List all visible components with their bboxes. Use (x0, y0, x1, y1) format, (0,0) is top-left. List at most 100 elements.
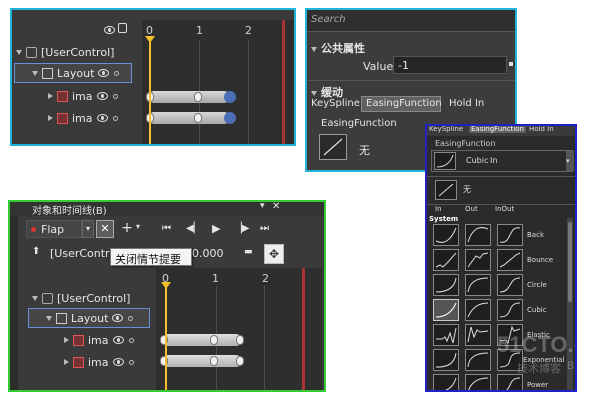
back-in-icon[interactable] (433, 224, 459, 246)
elastic-in-icon[interactable] (433, 324, 459, 346)
eye-icon[interactable] (112, 314, 124, 322)
tree-row-layout[interactable]: Layout (46, 308, 134, 328)
lock-dot-icon[interactable] (112, 115, 118, 121)
lock-dot-icon[interactable] (112, 93, 118, 99)
power-inout-icon[interactable] (497, 374, 523, 390)
eye-icon[interactable] (100, 24, 115, 37)
tooltip-text: 关闭情节提要 (115, 253, 181, 266)
search-input[interactable]: Search (311, 14, 346, 25)
tree-row-image-1[interactable]: ima (64, 330, 134, 350)
eye-icon[interactable] (98, 69, 110, 77)
time-display[interactable]: 0.000 (192, 247, 224, 260)
eye-icon[interactable] (96, 92, 108, 100)
play-icon[interactable]: ▶ (212, 222, 220, 235)
collapse-arrow-icon[interactable] (32, 70, 38, 76)
keyframe-bar[interactable] (146, 91, 236, 103)
lock-dot-icon[interactable] (128, 315, 134, 321)
previous-frame-icon[interactable]: ◀▏ (186, 223, 201, 234)
tree-row-image-2[interactable]: ima (48, 108, 118, 128)
value-marker-icon[interactable] (509, 62, 513, 66)
expand-arrow-icon[interactable] (48, 93, 53, 99)
storyboard-options-icon[interactable]: ▾ (136, 222, 140, 231)
expand-arrow-icon[interactable] (64, 359, 69, 365)
dd-current-selection[interactable]: Cubic In ▾ (431, 150, 574, 172)
dd-tab-hold-in[interactable]: Hold In (529, 126, 554, 133)
expand-arrow-icon[interactable] (64, 337, 69, 343)
keyframe-marker[interactable] (194, 113, 202, 123)
easing-preview-icon[interactable] (319, 134, 347, 160)
storyboard-dropdown-icon[interactable]: ▾ (82, 220, 94, 238)
tab-easing-function[interactable]: EasingFunction (361, 96, 442, 112)
circle-out-icon[interactable] (465, 274, 491, 296)
keyframe-bar[interactable] (160, 355, 244, 367)
lock-dot-icon[interactable] (128, 359, 134, 365)
section-common[interactable]: 公共属性 (311, 40, 365, 56)
dd-tab-easing-function[interactable]: EasingFunction (469, 126, 526, 133)
collapse-arrow-icon[interactable] (32, 295, 38, 301)
easing-tabs: KeySpline EasingFunction Hold In (309, 96, 513, 114)
zoom-fit-button[interactable]: ✥ (264, 244, 284, 264)
elastic-out-icon[interactable] (465, 324, 491, 346)
section-common-label: 公共属性 (321, 42, 365, 55)
keyframe-marker[interactable] (236, 356, 244, 366)
bounce-out-icon[interactable] (465, 249, 491, 271)
power-in-icon[interactable] (433, 374, 459, 390)
playhead[interactable] (165, 286, 167, 390)
cubic-inout-icon[interactable] (497, 299, 523, 321)
keyframe-bar[interactable] (160, 334, 244, 346)
lock-dot-icon[interactable] (114, 70, 120, 76)
scope-up-icon[interactable]: ⬆ (32, 246, 40, 257)
tab-hold-in[interactable]: Hold In (449, 98, 484, 109)
dd-current-label: Cubic (466, 156, 489, 165)
go-to-first-icon[interactable]: ⏮ (162, 223, 171, 234)
new-storyboard-button[interactable]: + (120, 220, 134, 238)
power-out-icon[interactable] (465, 374, 491, 390)
back-out-icon[interactable] (465, 224, 491, 246)
easing-value: 无 (359, 144, 370, 157)
bounce-inout-icon[interactable] (497, 249, 523, 271)
dropdown-chevron-icon[interactable]: ▾ (566, 151, 574, 171)
eye-icon[interactable] (96, 114, 108, 122)
tree-row-usercontrol[interactable]: [UserControl] (16, 42, 114, 62)
tab-keyspline[interactable]: KeySpline (311, 98, 360, 109)
tree-row-image-2[interactable]: ima (64, 352, 134, 372)
tree-row-usercontrol[interactable]: [UserControl] (32, 288, 130, 308)
exponential-in-icon[interactable] (433, 349, 459, 371)
keyframe-marker[interactable] (236, 335, 244, 345)
circle-in-icon[interactable] (433, 274, 459, 296)
dd-tab-keyspline[interactable]: KeySpline (429, 126, 463, 133)
lock-icon[interactable] (118, 23, 127, 33)
eye-icon[interactable] (112, 358, 124, 366)
next-frame-icon[interactable]: ▕▶ (234, 223, 249, 234)
collapse-arrow-icon[interactable] (16, 49, 22, 55)
cubic-out-icon[interactable] (465, 299, 491, 321)
storyboard-selector[interactable]: Flap (26, 220, 82, 238)
back-inout-icon[interactable] (497, 224, 523, 246)
tree-row-image-1[interactable]: ima (48, 86, 118, 106)
search-box[interactable]: Search (307, 10, 515, 32)
timeline-track-area[interactable] (156, 268, 322, 390)
lock-dot-icon[interactable] (128, 337, 134, 343)
eye-icon[interactable] (112, 336, 124, 344)
cubic-in-selected-icon[interactable] (433, 299, 459, 321)
bounce-in-icon[interactable] (433, 249, 459, 271)
exponential-out-icon[interactable] (465, 349, 491, 371)
watermark-line2: 技术博客 (517, 363, 561, 375)
timeline-track-area[interactable] (142, 20, 294, 144)
expand-arrow-icon[interactable] (48, 115, 53, 121)
playhead[interactable] (149, 40, 151, 144)
easing-none-icon[interactable] (435, 180, 457, 200)
keyframe-bar[interactable] (146, 112, 236, 124)
keyframe-marker[interactable] (210, 356, 218, 366)
close-storyboard-button[interactable]: ✕ (96, 220, 114, 238)
keyframe-marker[interactable] (210, 335, 218, 345)
keyframe-marker[interactable] (194, 92, 202, 102)
pin-icon[interactable]: ▾ (260, 202, 265, 211)
circle-inout-icon[interactable] (497, 274, 523, 296)
value-input[interactable]: -1 (393, 56, 507, 74)
tree-row-layout[interactable]: Layout (32, 63, 120, 83)
close-icon[interactable]: ✕ (272, 202, 280, 212)
go-to-last-icon[interactable]: ⏭ (260, 223, 269, 234)
snap-icon[interactable]: ▬ (244, 247, 253, 257)
collapse-arrow-icon[interactable] (46, 315, 52, 321)
